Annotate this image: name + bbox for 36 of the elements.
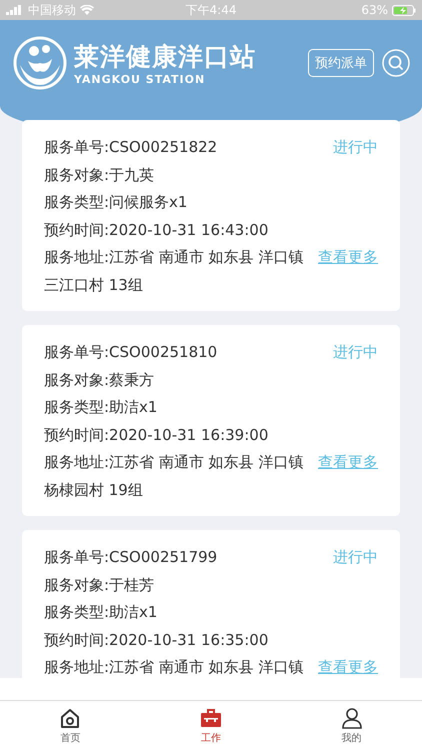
order-field: 服务对象:蔡秉方 [44,366,378,394]
order-field: 预约时间:2020-10-31 16:35:00 [44,626,378,654]
person-icon [340,706,363,728]
view-more-link[interactable]: 查看更多 [318,248,378,268]
order-address: 杨棣园村 19组 [44,480,144,500]
app-subtitle: YANGKOU STATION [74,73,206,86]
booking-button[interactable]: 预约派单 [308,49,374,77]
order-field: 服务类型:问候服务x1 [44,189,378,216]
order-status: 进行中 [333,548,378,568]
wifi-icon [80,5,94,15]
order-field: 服务单号:CSO00251822 [44,134,218,162]
tab-item[interactable]: 我的 [281,701,422,750]
order-field: 服务对象:于九英 [44,162,378,189]
order-address: 三江口村 13组 [44,274,144,296]
battery-icon [392,4,416,16]
order-status: 进行中 [333,343,378,362]
order-field: 预约时间:2020-10-31 16:39:00 [44,422,378,449]
order-field: 预约时间:2020-10-31 16:43:00 [44,216,378,244]
view-more-link[interactable]: 查看更多 [318,658,378,678]
order-address: 服务地址:江苏省 南通市 如东县 洋口镇 [44,452,304,473]
search-icon[interactable] [382,49,410,77]
app-title: 莱洋健康洋口站 [74,41,256,73]
home-icon [59,706,82,728]
signal-icon [6,5,24,15]
order-field: 服务类型:助洁x1 [44,394,378,422]
order-status: 进行中 [333,138,378,158]
view-more-link[interactable]: 查看更多 [318,453,378,472]
order-field: 服务类型:助洁x1 [44,599,378,626]
order-address: 服务地址:江苏省 南通市 如东县 洋口镇 [44,657,304,678]
tab-item[interactable]: 工作 [140,701,282,750]
order-address: 服务地址:江苏省 南通市 如东县 洋口镇 [44,247,304,268]
order-field: 服务单号:CSO00251810 [44,339,218,366]
tab-item[interactable]: 首页 [0,701,141,750]
order-field: 服务单号:CSO00251799 [44,544,218,572]
order-field: 服务对象:于桂芳 [44,572,378,599]
toolbox-icon [200,706,222,728]
